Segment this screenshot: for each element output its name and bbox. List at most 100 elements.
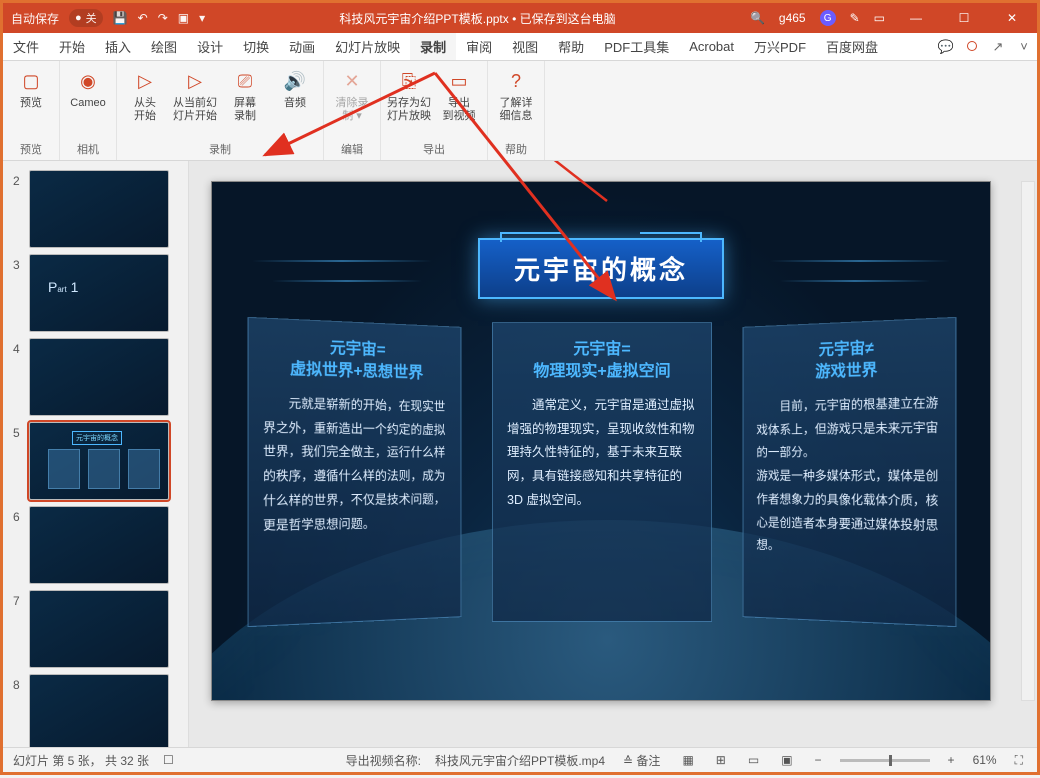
export-label: 导出视频名称:	[346, 752, 421, 769]
tab-百度网盘[interactable]: 百度网盘	[816, 33, 888, 60]
view-sorter-icon[interactable]: ⊞	[712, 753, 730, 767]
ribbon-button[interactable]: ▷从当前幻 灯片开始	[173, 67, 217, 122]
tab-万兴PDF[interactable]: 万兴PDF	[744, 33, 816, 60]
thumbnail[interactable]: 元宇宙的概念	[29, 422, 169, 500]
thumbnail-row[interactable]: 4	[3, 335, 188, 419]
slideshow-icon[interactable]: ▣	[178, 11, 189, 25]
view-normal-icon[interactable]: ▦	[678, 753, 697, 767]
thumbnail[interactable]	[29, 506, 169, 584]
user-avatar[interactable]: G	[820, 10, 836, 26]
slide-thumbnails[interactable]: 2 3 Part 1 4 5 元宇宙的概念678	[3, 161, 189, 747]
view-slideshow-icon[interactable]: ▣	[777, 753, 796, 767]
slide[interactable]: 元宇宙的概念 元宇宙= 虚拟世界+思想世界 元就是崭新的开始，在现实世界之外，重…	[211, 181, 991, 701]
panel-heading: 元宇宙= 物理现实+虚拟空间	[507, 339, 697, 384]
window-icon[interactable]: ▭	[874, 11, 885, 25]
ribbon-button[interactable]: ?了解详 细信息	[494, 67, 538, 122]
thumbnail-row[interactable]: 3 Part 1	[3, 251, 188, 335]
close-button[interactable]: ✕	[995, 11, 1029, 25]
zoom-in-button[interactable]: +	[944, 753, 959, 767]
tab-视图[interactable]: 视图	[502, 33, 548, 60]
zoom-slider[interactable]	[840, 759, 930, 762]
tab-切换[interactable]: 切换	[233, 33, 279, 60]
content-panel-2: 元宇宙= 物理现实+虚拟空间 通常定义，元宇宙是通过虚拟增强的物理现实，呈现收敛…	[492, 322, 712, 622]
vertical-scrollbar[interactable]	[1021, 181, 1035, 701]
panel-body: 通常定义，元宇宙是通过虚拟增强的物理现实，呈现收敛性和物理持久性特征的，基于未来…	[507, 394, 697, 513]
ribbon-label: 了解详 细信息	[500, 97, 533, 122]
tab-Acrobat[interactable]: Acrobat	[679, 33, 744, 60]
fit-window-icon[interactable]: ⛶	[1011, 753, 1027, 768]
redo-icon[interactable]: ↷	[158, 11, 168, 25]
panel-body: 目前，元宇宙的根基建立在游戏体系上，但游戏只是未来元宇宙的一部分。 游戏是一种多…	[756, 391, 941, 562]
ribbon-button[interactable]: ▭导出 到视频	[437, 67, 481, 122]
zoom-value[interactable]: 61%	[973, 753, 997, 767]
user-name[interactable]: g465	[779, 11, 806, 25]
ribbon-button[interactable]: ⎚屏幕 录制	[223, 67, 267, 122]
ribbon-icon: ▷	[131, 67, 159, 95]
ribbon-button[interactable]: ▷从头 开始	[123, 67, 167, 122]
ribbon-button[interactable]: ⎘另存为幻 灯片放映	[387, 67, 431, 122]
thumbnail-number: 4	[13, 338, 23, 356]
tab-动画[interactable]: 动画	[279, 33, 325, 60]
slide-counter[interactable]: 幻灯片 第 5 张， 共 32 张	[13, 752, 149, 769]
maximize-button[interactable]: ☐	[947, 11, 981, 25]
status-bar: 幻灯片 第 5 张， 共 32 张 ☐ 导出视频名称: 科技风元宇宙介绍PPT模…	[3, 747, 1037, 772]
record-indicator-icon[interactable]	[959, 39, 985, 54]
pen-icon[interactable]: ✎	[850, 11, 860, 25]
save-icon[interactable]: 💾	[113, 11, 128, 25]
group-name: 录制	[209, 139, 231, 160]
thumbnail-row[interactable]: 8	[3, 671, 188, 747]
ribbon-button[interactable]: ◉Cameo	[66, 67, 110, 110]
ribbon-group-录制: ▷从头 开始▷从当前幻 灯片开始⎚屏幕 录制🔊音频录制	[117, 61, 324, 160]
thumbnail[interactable]: Part 1	[29, 254, 169, 332]
tab-插入[interactable]: 插入	[95, 33, 141, 60]
minimize-button[interactable]: —	[899, 11, 933, 25]
tab-绘图[interactable]: 绘图	[141, 33, 187, 60]
tab-帮助[interactable]: 帮助	[548, 33, 594, 60]
thumbnail[interactable]	[29, 338, 169, 416]
ribbon-icon: 🔊	[281, 67, 309, 95]
thumbnail[interactable]	[29, 590, 169, 668]
tab-设计[interactable]: 设计	[187, 33, 233, 60]
tab-幻灯片放映[interactable]: 幻灯片放映	[325, 33, 410, 60]
group-name: 相机	[77, 139, 99, 160]
ribbon-label: 导出 到视频	[443, 97, 476, 122]
ribbon-label: 清除录 制 ▾	[336, 97, 369, 122]
thumbnail-row[interactable]: 7	[3, 587, 188, 671]
ribbon-collapse-icon[interactable]: ˅	[1011, 39, 1037, 54]
tab-文件[interactable]: 文件	[3, 33, 49, 60]
thumbnail-row[interactable]: 5 元宇宙的概念	[3, 419, 188, 503]
tab-开始[interactable]: 开始	[49, 33, 95, 60]
tab-审阅[interactable]: 审阅	[456, 33, 502, 60]
ribbon-icon: ⎚	[231, 67, 259, 95]
thumbnail-number: 3	[13, 254, 23, 272]
comments-icon[interactable]: 💬	[933, 39, 959, 55]
ribbon-button[interactable]: 🔊音频	[273, 67, 317, 110]
ribbon-button[interactable]: ▢预览	[9, 67, 53, 110]
notes-button[interactable]: ≙ 备注	[619, 752, 664, 769]
group-name: 编辑	[341, 139, 363, 160]
ribbon-icon: ▭	[445, 67, 473, 95]
zoom-out-button[interactable]: −	[811, 753, 826, 767]
slide-canvas-area[interactable]: 元宇宙的概念 元宇宙= 虚拟世界+思想世界 元就是崭新的开始，在现实世界之外，重…	[189, 161, 1037, 747]
decor-line	[770, 260, 950, 262]
thumbnail-row[interactable]: 2	[3, 167, 188, 251]
ribbon-icon: ▷	[181, 67, 209, 95]
ribbon-group-预览: ▢预览预览	[3, 61, 60, 160]
tab-PDF工具集[interactable]: PDF工具集	[594, 33, 679, 60]
ribbon-label: 从当前幻 灯片开始	[173, 97, 217, 122]
search-icon[interactable]: 🔍	[750, 11, 765, 25]
thumbnail[interactable]	[29, 674, 169, 747]
autosave-toggle[interactable]: ● 关	[69, 9, 103, 27]
undo-icon[interactable]: ↶	[138, 11, 148, 25]
thumbnail[interactable]	[29, 170, 169, 248]
tab-录制[interactable]: 录制	[410, 33, 456, 60]
accessibility-icon[interactable]: ☐	[163, 753, 174, 767]
ribbon-icon: ⎘	[395, 67, 423, 95]
qat-more-icon[interactable]: ▾	[199, 11, 205, 25]
thumbnail-row[interactable]: 6	[3, 503, 188, 587]
group-name: 预览	[20, 139, 42, 160]
share-icon[interactable]: ↗	[985, 39, 1011, 55]
thumbnail-number: 5	[13, 422, 23, 440]
ribbon-icon: ▢	[17, 67, 45, 95]
view-reading-icon[interactable]: ▭	[744, 753, 763, 767]
